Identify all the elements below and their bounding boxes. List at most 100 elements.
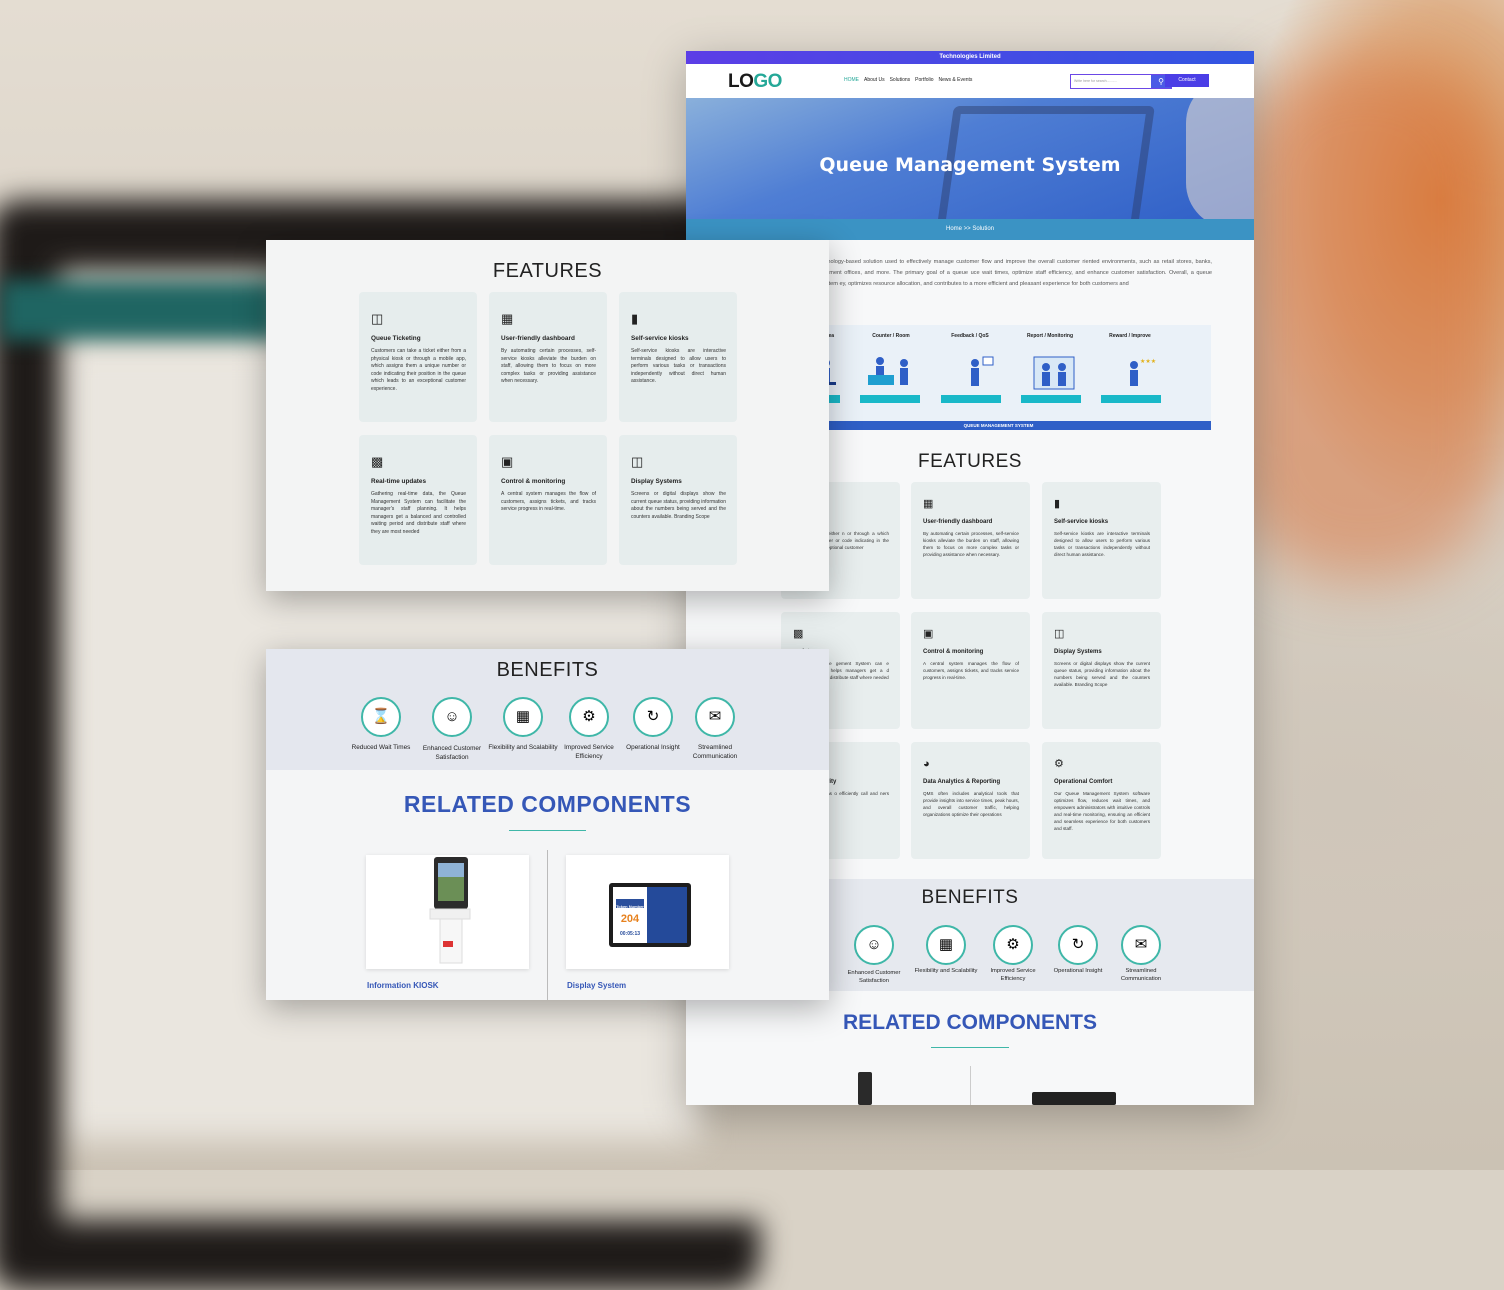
navbar: LOGO HOME About Us Solutions Portfolio N… bbox=[686, 64, 1254, 99]
tablet-icon bbox=[609, 883, 691, 947]
divider bbox=[970, 1066, 971, 1105]
search-box: Write here for search........... ⚲ bbox=[1070, 74, 1172, 89]
kiosk-icon: ▮ bbox=[1054, 498, 1061, 510]
hourglass-icon: ⌛ bbox=[361, 697, 401, 737]
benefit-label: Reduced Wait Times bbox=[351, 744, 411, 751]
feature-title: User-friendly dashboard bbox=[501, 335, 575, 342]
benefit-label: Improved Service Efficiency bbox=[990, 968, 1036, 982]
feature-desc: Customers can take a ticket either from … bbox=[371, 348, 466, 392]
logo-part-1: LO bbox=[728, 71, 754, 92]
feature-title: Control & monitoring bbox=[923, 649, 984, 655]
menu-item-about[interactable]: About Us bbox=[864, 77, 885, 83]
stage-label: Report / Monitoring bbox=[1026, 333, 1074, 339]
token-label: Token Number bbox=[616, 904, 644, 909]
background-person bbox=[1230, 60, 1500, 580]
feature-desc: Self-service kiosks are interactive term… bbox=[631, 348, 726, 385]
token-timer: 00:05:13 bbox=[619, 931, 640, 937]
feedback-icon bbox=[971, 356, 994, 386]
token-number: 204 bbox=[620, 913, 640, 925]
hero-banner: Queue Management System bbox=[686, 98, 1254, 219]
hero-title: Queue Management System bbox=[819, 154, 1121, 176]
contact-button[interactable]: Contact bbox=[1165, 74, 1209, 87]
feature-title: Real-time updates bbox=[371, 478, 427, 485]
stage-platform bbox=[941, 395, 1001, 403]
product-card-display[interactable]: Token Number 204 00:05:13 bbox=[566, 855, 729, 969]
report-icon bbox=[1033, 356, 1075, 390]
feature-title: Queue Ticketing bbox=[371, 335, 421, 342]
logo-part-2: GO bbox=[753, 71, 782, 92]
feature-desc: Screens or digital displays show the cur… bbox=[1054, 661, 1150, 687]
counter-icon bbox=[868, 357, 908, 385]
background-monitor-accent bbox=[0, 280, 280, 340]
ticket-icon: ◫ bbox=[371, 311, 384, 326]
menu-item-portfolio[interactable]: Portfolio bbox=[915, 77, 933, 83]
product-name[interactable]: Display System bbox=[567, 981, 626, 990]
stage-label: Counter / Room bbox=[872, 333, 910, 339]
feature-card: ◫ Display Systems Screens or digital displ… bbox=[619, 435, 737, 565]
monitor-icon: ▣ bbox=[923, 628, 934, 640]
benefit-label: Enhanced Customer Satisfaction bbox=[422, 745, 482, 761]
stage-platform bbox=[860, 395, 920, 403]
feature-title: Operational Comfort bbox=[1054, 779, 1113, 785]
benefit-label: Streamlined Communication bbox=[692, 744, 738, 760]
communication-icon: ✉ bbox=[1121, 925, 1161, 965]
feature-card: ▮ Self-service kiosks Self-service kiosks … bbox=[619, 292, 737, 422]
feature-title: Self-service kiosks bbox=[1054, 519, 1109, 525]
display-icon: ◫ bbox=[631, 454, 644, 469]
feature-title: Control & monitoring bbox=[501, 478, 566, 485]
breadcrumb: Home >> Solution bbox=[686, 219, 1254, 240]
stage-label: Reward / Improve bbox=[1109, 333, 1151, 339]
feature-title: User-friendly dashboard bbox=[923, 519, 993, 525]
dashboard-icon: ▦ bbox=[501, 311, 514, 326]
qms-flow-diagram: Waiting Area Counter / Room Feedback / Q… bbox=[780, 325, 1211, 430]
product-card-kiosk[interactable] bbox=[366, 855, 529, 969]
diagram-caption: QUEUE MANAGEMENT SYSTEM bbox=[786, 421, 1211, 430]
feature-card: ▦ User-friendly dashboard By automating ce… bbox=[489, 292, 607, 422]
feature-desc: QMS often includes analytical tools that… bbox=[923, 791, 1019, 817]
kiosk-icon bbox=[429, 857, 471, 964]
feature-card: ▣ Control & monitoring A central system ma… bbox=[911, 612, 1030, 729]
feature-desc: A central system manages the flow of cus… bbox=[923, 661, 1019, 680]
benefit-label: Enhanced Customer Satisfaction bbox=[847, 970, 901, 984]
svg-text:★★★: ★★★ bbox=[1140, 358, 1156, 365]
feature-title: Display Systems bbox=[1054, 649, 1102, 655]
feature-card: ▮ Self-service kiosks Self-service kiosks … bbox=[1042, 482, 1161, 599]
benefits-overlay-card: BENEFITS ⌛ ☺ ▦ ⚙ ↻ ✉ Reduced Wait Times … bbox=[266, 649, 829, 1000]
feature-title: Display Systems bbox=[631, 478, 682, 485]
feature-desc: Our Queue Management System software opt… bbox=[1054, 791, 1150, 831]
related-components-heading: RELATED COMPONENTS bbox=[403, 791, 692, 817]
site-logo[interactable]: LOGO bbox=[728, 71, 782, 93]
kiosk-product-thumb[interactable] bbox=[858, 1072, 872, 1105]
chart-icon: ▩ bbox=[793, 628, 804, 640]
products-divider bbox=[547, 850, 548, 1000]
efficiency-icon: ⚙ bbox=[993, 925, 1033, 965]
features-overlay-card: FEATURES ◫ Queue Ticketing Customers can t… bbox=[266, 240, 829, 591]
benefit-label: Flexibility and Scalability bbox=[488, 744, 558, 751]
intro-paragraph: (QMS) is a technology-based solution use… bbox=[786, 259, 1212, 287]
feature-card: ◕ Data Analytics & Reporting QMS often inc… bbox=[911, 742, 1030, 859]
menu-item-home[interactable]: HOME bbox=[844, 77, 859, 83]
display-product-thumb[interactable] bbox=[1032, 1092, 1116, 1105]
search-input[interactable]: Write here for search........... bbox=[1071, 75, 1151, 88]
feature-desc: A central system manages the flow of cus… bbox=[501, 491, 596, 513]
stage-platform bbox=[1101, 395, 1161, 403]
product-name[interactable]: Information KIOSK bbox=[367, 981, 439, 990]
feature-desc: Self-service kiosks are interactive term… bbox=[1054, 531, 1150, 557]
main-menu: HOME About Us Solutions Portfolio News &… bbox=[844, 77, 972, 83]
feature-card: ⚙ Operational Comfort Our Queue Management… bbox=[1042, 742, 1161, 859]
scalability-icon: ▦ bbox=[926, 925, 966, 965]
features-heading: FEATURES bbox=[492, 260, 603, 282]
reward-icon: ★★★ bbox=[1130, 358, 1156, 386]
heading-underline bbox=[509, 830, 586, 831]
efficiency-icon: ⚙ bbox=[569, 697, 609, 737]
feature-desc: Gathering real-time data, the Queue Mana… bbox=[371, 491, 466, 535]
heading-underline bbox=[931, 1047, 1009, 1048]
feature-desc: Screens or digital displays show the cur… bbox=[631, 491, 726, 520]
feature-desc: By automating certain processes, self-se… bbox=[501, 348, 596, 385]
dashboard-icon: ▦ bbox=[923, 498, 934, 510]
menu-item-solutions[interactable]: Solutions bbox=[890, 77, 911, 83]
feature-card: ◫ Display Systems Screens or digital displ… bbox=[1042, 612, 1161, 729]
kiosk-icon: ▮ bbox=[631, 311, 639, 326]
menu-item-news[interactable]: News & Events bbox=[939, 77, 973, 83]
related-components-heading: RELATED COMPONENTS bbox=[843, 1011, 1097, 1034]
